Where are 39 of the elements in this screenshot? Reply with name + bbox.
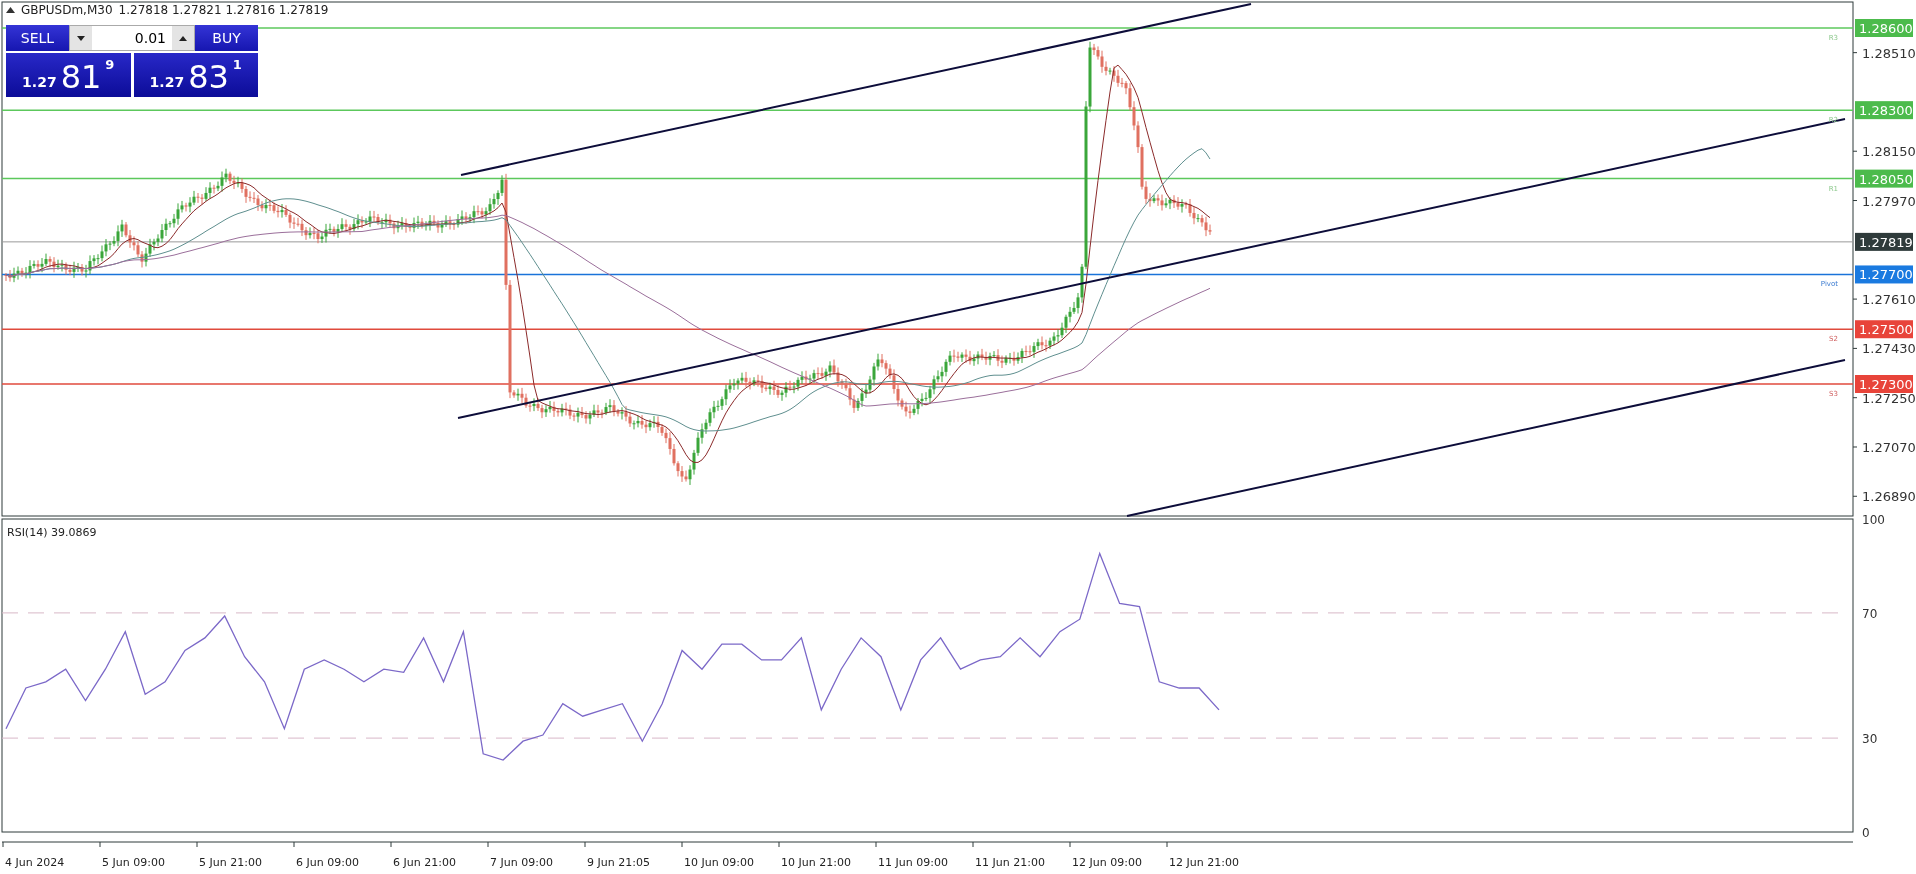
price-tag: 1.27819 [1855, 232, 1913, 251]
price-axis-label: 1.26890 [1862, 489, 1916, 505]
time-axis-label: 5 Jun 09:00 [102, 856, 165, 869]
price-tag: 1.28600 [1855, 19, 1913, 37]
quote-values: 1.27818 1.27821 1.27816 1.27819 [118, 3, 329, 17]
time-axis-label: 10 Jun 21:00 [781, 856, 851, 869]
time-axis-label: 4 Jun 2024 [5, 856, 65, 869]
sell-button[interactable]: SELL [6, 25, 69, 51]
price-tag: 1.28050 [1855, 169, 1913, 188]
rsi-axis-label: 100 [1862, 513, 1885, 527]
rsi-axis-label: 0 [1862, 826, 1870, 840]
price-axis-label: 1.27250 [1862, 390, 1916, 406]
time-axis-label: 12 Jun 21:00 [1169, 856, 1239, 869]
time-axis-label: 5 Jun 21:00 [199, 856, 262, 869]
price-axis-label: 1.27070 [1862, 440, 1916, 455]
time-axis-label: 9 Jun 21:05 [587, 856, 650, 869]
symbol-label: GBPUSDm,M30 [21, 3, 113, 17]
price-axis-label: 1.27970 [1862, 193, 1916, 209]
price-tag: 1.28300 [1855, 101, 1913, 120]
price-axis-label: 1.28150 [1862, 144, 1916, 160]
price-axis-label: 1.27430 [1862, 341, 1916, 357]
indicator-label: RSI(14) 39.0869 [7, 526, 97, 539]
time-axis-label: 7 Jun 09:00 [490, 856, 553, 869]
time-axis-label: 6 Jun 09:00 [296, 856, 359, 869]
rsi-axis-label: 30 [1862, 732, 1878, 747]
price-tag: 1.27500 [1855, 320, 1913, 339]
time-axis-label: 6 Jun 21:00 [393, 856, 456, 869]
sell-price-button[interactable]: 1.27 81$^{9}$ [6, 53, 131, 97]
time-axis-label: 12 Jun 09:00 [1072, 856, 1142, 869]
price-tag: 1.27300 [1855, 375, 1913, 393]
time-axis-label: 11 Jun 21:00 [975, 856, 1045, 869]
time-axis-label: 10 Jun 09:00 [684, 856, 754, 869]
price-axis-label: 1.28510 [1862, 45, 1916, 61]
buy-button[interactable]: BUY [195, 25, 258, 51]
time-axis-label: 11 Jun 09:00 [878, 856, 948, 869]
price-axis-label: 1.27610 [1862, 292, 1916, 308]
price-tag: 1.27700 [1855, 265, 1913, 284]
buy-price-button[interactable]: 1.27 83$^{1}$ [133, 53, 258, 97]
rsi-axis-label: 70 [1862, 606, 1878, 621]
